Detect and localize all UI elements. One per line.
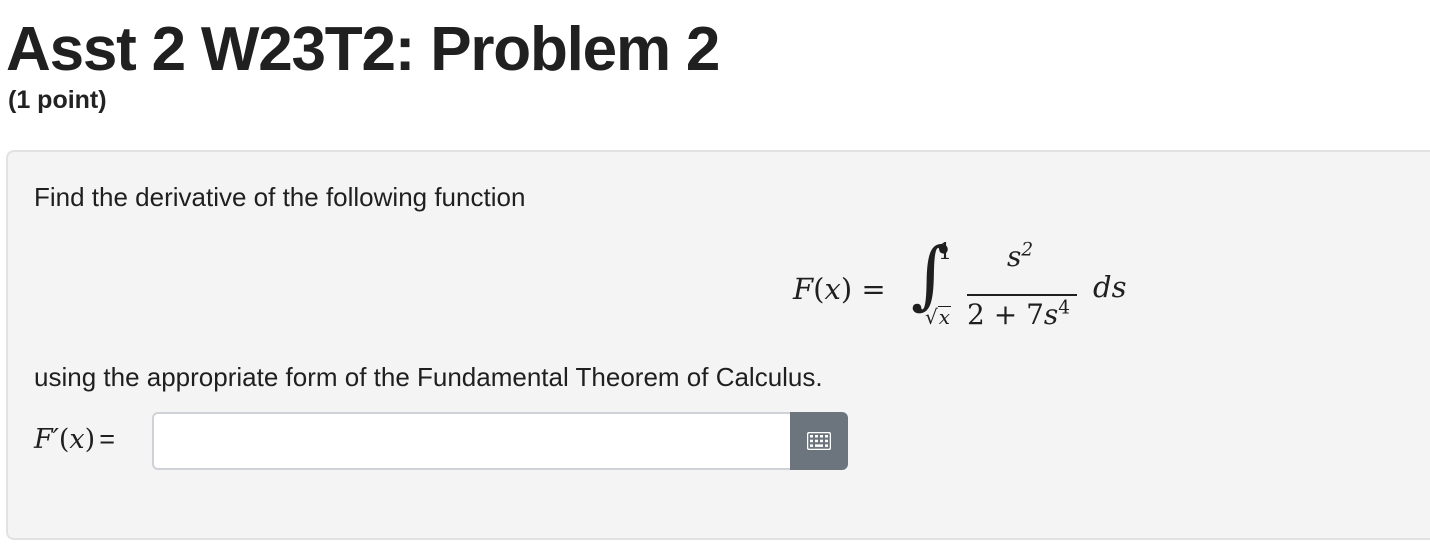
lower-limit: √x <box>925 305 952 329</box>
fraction-bar <box>967 294 1077 296</box>
integrand-numerator: s2 <box>1007 239 1034 273</box>
differential: ds <box>1093 270 1127 304</box>
page-title: Asst 2 W23T2: Problem 2 <box>6 15 720 84</box>
integrand-denominator: 2 + 7s4 <box>967 297 1071 331</box>
problem-box: Find the derivative of the following fun… <box>6 150 1430 540</box>
keypad-grid-icon <box>807 432 831 450</box>
integral-formula: F(x) = ∫ 1 √x s2 2 + 7s4 ds <box>793 230 1153 331</box>
answer-input[interactable] <box>152 412 790 470</box>
answer-label: F′(x) = <box>34 424 115 455</box>
problem-page: Asst 2 W23T2: Problem 2 (1 point) Find t… <box>0 0 1430 546</box>
math-keypad-button[interactable] <box>790 412 848 470</box>
point-value: (1 point) <box>8 86 107 114</box>
problem-instruction-continued: using the appropriate form of the Fundam… <box>34 362 823 392</box>
problem-instruction: Find the derivative of the following fun… <box>34 182 526 212</box>
formula-left-side: F(x) = <box>793 272 886 306</box>
function-variable: x <box>824 272 841 306</box>
lower-limit-variable: x <box>937 305 952 329</box>
upper-limit: 1 <box>938 240 952 265</box>
function-name: F <box>793 272 814 306</box>
